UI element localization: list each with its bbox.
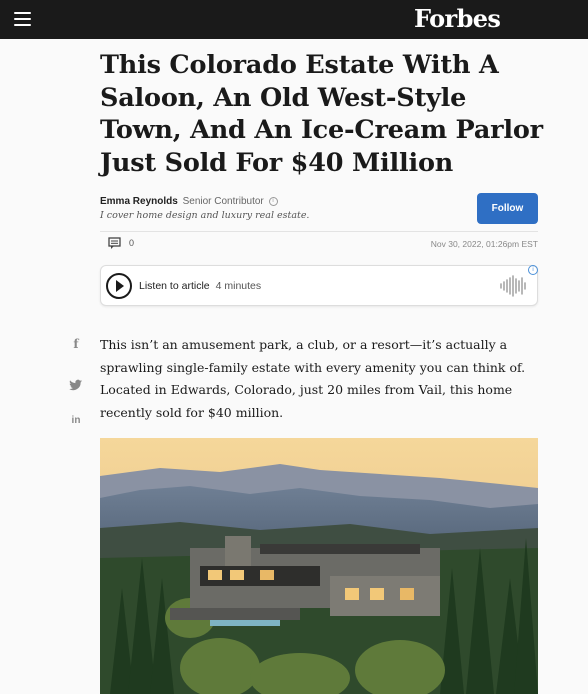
hero-photo-estate [100, 438, 538, 694]
follow-button[interactable]: Follow [477, 193, 538, 224]
author-bio: I cover home design and luxury real esta… [100, 210, 310, 221]
audio-player: Listen to article 4 minutes i [100, 265, 538, 306]
author-role: Senior Contributor [182, 196, 264, 207]
top-navigation-bar: Forbes [0, 0, 588, 39]
waveform-icon [500, 275, 526, 297]
article-headline: This Colorado Estate With A Saloon, An O… [100, 50, 543, 178]
listen-label: Listen to article [139, 280, 210, 292]
publish-date: Nov 30, 2022, 01:26pm EST [430, 239, 538, 249]
author-name[interactable]: Emma Reynolds [100, 196, 178, 207]
twitter-icon[interactable] [68, 377, 84, 393]
ad-info-icon[interactable]: i [528, 265, 538, 275]
linkedin-icon[interactable]: in [68, 415, 84, 431]
comment-icon[interactable] [108, 237, 122, 250]
divider [100, 231, 538, 232]
play-icon[interactable] [106, 273, 132, 299]
audio-duration: 4 minutes [215, 280, 262, 292]
author-byline: Emma Reynolds Senior Contributor i [100, 196, 278, 207]
forbes-logo[interactable]: Forbes [414, 4, 501, 33]
article-body-paragraph: This isn’t an amusement park, a club, or… [100, 337, 526, 420]
hamburger-menu-icon[interactable] [14, 11, 32, 27]
facebook-icon[interactable]: f [68, 337, 84, 353]
comment-count[interactable]: 0 [129, 238, 134, 248]
info-icon[interactable]: i [268, 196, 278, 206]
